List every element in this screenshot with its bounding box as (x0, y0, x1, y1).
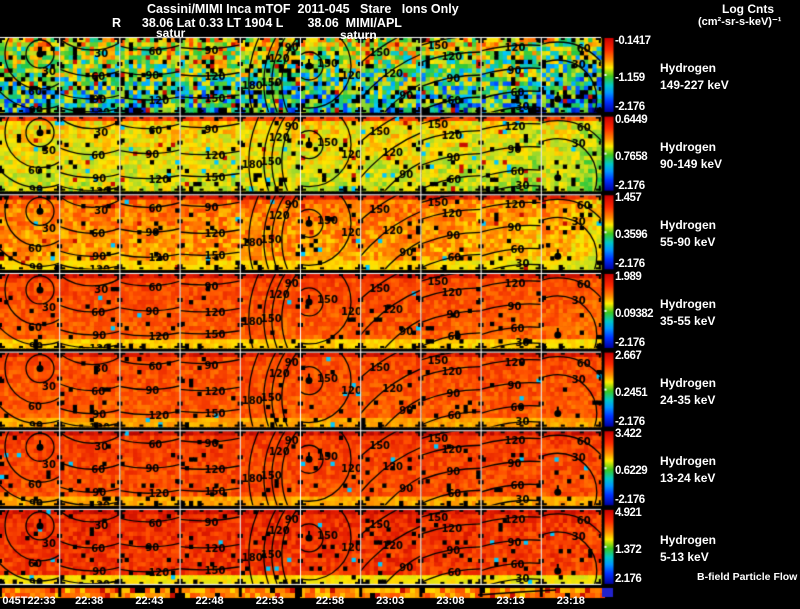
cassini-mimi-inca-plot: Cassini/MIMI Inca mTOF 2011-045 Stare Io… (0, 0, 800, 609)
colorbar-mid-value: 0.7658 (615, 150, 648, 163)
energy-band-range: 149-227 keV (660, 78, 729, 92)
colorbar-mid-value: 0.6229 (615, 465, 648, 478)
time-tick-label: 23:13 (496, 595, 525, 607)
energy-band-species: Hydrogen (660, 454, 717, 469)
colorbar-max-value: 2.667 (615, 349, 642, 362)
time-tick-label: 22:53 (255, 595, 284, 607)
colorbar-min-value: -2.176 (615, 494, 645, 507)
colorbar-max-value: 4.921 (615, 506, 642, 519)
colorbar-mid-value: 1.372 (615, 543, 642, 556)
bfield-flow-label: B-field Particle Flow (697, 571, 798, 583)
time-tick-label: 22:58 (315, 595, 345, 607)
saturn-label: saturn (340, 28, 377, 42)
colorbar-mid-value: 0.09382 (615, 307, 654, 320)
colorbar-min-value: -2.176 (615, 415, 645, 428)
energy-band-species: Hydrogen (660, 61, 717, 75)
colorbar-mid-value: -1.159 (615, 72, 645, 84)
colorbar-units: (cm²-sr-s-keV)⁻¹ (698, 16, 782, 28)
time-tick-label: 23:08 (436, 595, 465, 607)
energy-band-species: Hydrogen (660, 139, 717, 154)
colorbar-max-value: -0.1417 (615, 35, 651, 47)
colorbar-min-value: -2.176 (615, 336, 645, 349)
colorbar-max-value: 3.422 (615, 428, 642, 441)
time-tick-label: 045T22:33 (2, 595, 56, 607)
time-tick-label: 23:18 (556, 595, 585, 607)
colorbar-mid-value: 0.3596 (615, 229, 648, 242)
time-tick-label: 22:43 (135, 595, 164, 607)
energy-band-species: Hydrogen (660, 375, 717, 390)
colorbar-min-value: -2.176 (615, 101, 645, 113)
energy-band-range: 24-35 keV (660, 392, 716, 407)
colorbar-mid-value: 0.2451 (615, 386, 648, 399)
saturn-label-partial: satur (156, 26, 186, 40)
energy-band-species: Hydrogen (660, 296, 717, 311)
page-title: Cassini/MIMI Inca mTOF 2011-045 Stare Io… (147, 2, 459, 16)
energy-band-range: 35-55 keV (660, 313, 716, 328)
colorbar-min-value: -2.176 (615, 258, 645, 271)
energy-band-range: 5-13 keV (660, 549, 709, 564)
energy-band-species: Hydrogen (660, 532, 717, 547)
colorbar-min-value: 2.176 (615, 572, 642, 585)
energy-band-range: 55-90 keV (660, 235, 716, 250)
energy-band-species: Hydrogen (660, 218, 717, 233)
colorbar-min-value: -2.176 (615, 179, 645, 192)
time-tick-label: 22:38 (75, 595, 104, 607)
colorbar-max-value: 0.6449 (615, 113, 648, 126)
energy-band-range: 90-149 keV (660, 156, 723, 171)
time-tick-label: 23:03 (376, 595, 405, 607)
colorbar-max-value: 1.989 (615, 270, 642, 283)
energy-band-range: 13-24 keV (660, 471, 716, 486)
time-tick-label: 22:48 (195, 595, 224, 607)
colorbar-max-value: 1.457 (615, 192, 642, 205)
colorbar-units-title: Log Cnts (722, 2, 774, 16)
